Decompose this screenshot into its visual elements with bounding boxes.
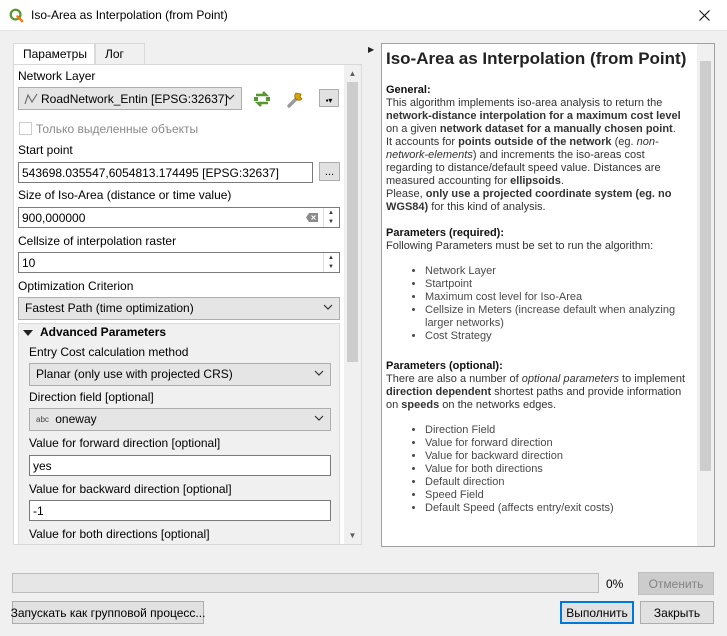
- list-item: Default Speed (affects entry/exit costs): [425, 502, 694, 515]
- run-button[interactable]: Выполнить: [560, 601, 634, 624]
- forward-direction-field[interactable]: yes: [29, 455, 331, 476]
- text-field-type-icon: abc: [36, 415, 49, 424]
- list-item: Cost Strategy: [425, 330, 694, 343]
- chevron-down-icon: [225, 94, 235, 100]
- both-directions-label: Value for both directions [optional]: [29, 527, 210, 541]
- network-layer-label: Network Layer: [18, 69, 96, 83]
- list-item: Default direction: [425, 476, 694, 489]
- batch-process-button[interactable]: Запускать как групповой процесс...: [11, 601, 205, 624]
- required-heading: Parameters (required):: [386, 227, 504, 239]
- optional-text: There are also a number of optional para…: [386, 373, 686, 411]
- general-paragraph-1: This algorithm implements iso-area analy…: [386, 97, 681, 135]
- cancel-button[interactable]: Отменить: [638, 572, 714, 595]
- help-scrollbar[interactable]: [697, 44, 714, 546]
- iterate-icon[interactable]: [252, 89, 272, 109]
- entry-cost-combo[interactable]: Planar (only use with projected CRS): [29, 363, 331, 386]
- selected-only-label: Только выделенные объекты: [36, 122, 199, 136]
- optimization-combo[interactable]: Fastest Path (time optimization): [18, 297, 340, 320]
- progress-bar: [12, 573, 599, 593]
- general-paragraph-3: Please, only use a projected coordinate …: [386, 188, 672, 213]
- layer-options-button[interactable]: ▪▾: [319, 89, 339, 107]
- chevron-down-icon: [323, 304, 333, 310]
- network-layer-combo[interactable]: RoadNetwork_Entin [EPSG:32637]: [18, 87, 242, 110]
- qgis-logo-icon: [9, 8, 24, 23]
- tab-log[interactable]: Лог: [95, 43, 145, 65]
- cellsize-value: 10: [22, 256, 36, 270]
- optional-list: Direction Field Value for forward direct…: [386, 424, 694, 515]
- list-item: Speed Field: [425, 489, 694, 502]
- help-panel: Iso-Area as Interpolation (from Point) G…: [381, 43, 715, 547]
- title-bar: Iso-Area as Interpolation (from Point): [0, 0, 727, 31]
- optional-heading: Parameters (optional):: [386, 360, 503, 372]
- general-heading: General:: [386, 84, 431, 96]
- scrollbar-thumb[interactable]: [700, 61, 711, 471]
- iso-size-field[interactable]: 900,000000 ▲ ▼: [18, 207, 340, 228]
- list-item: Value for backward direction: [425, 450, 694, 463]
- close-button[interactable]: Закрыть: [640, 601, 714, 624]
- advanced-parameters-heading[interactable]: Advanced Parameters: [40, 325, 166, 339]
- close-window-icon[interactable]: [681, 0, 727, 31]
- wrench-icon[interactable]: [285, 88, 307, 110]
- start-point-label: Start point: [18, 143, 73, 157]
- list-item: Value for both directions: [425, 463, 694, 476]
- line-layer-icon: [24, 93, 38, 105]
- parameters-scrollbar[interactable]: ▲ ▼: [344, 65, 361, 544]
- start-point-field[interactable]: 543698.035547,6054813.174495 [EPSG:32637…: [18, 162, 313, 183]
- direction-field-value: oneway: [55, 412, 97, 426]
- chevron-down-icon: [314, 370, 324, 376]
- list-item: Direction Field: [425, 424, 694, 437]
- start-point-picker-button[interactable]: ...: [319, 162, 340, 181]
- list-item: Value for forward direction: [425, 437, 694, 450]
- scrollbar-thumb[interactable]: [347, 82, 358, 362]
- progress-percent: 0%: [606, 577, 624, 591]
- iso-size-label: Size of Iso-Area (distance or time value…: [18, 188, 232, 202]
- advanced-parameters-group: Advanced Parameters Entry Cost calculati…: [18, 323, 340, 544]
- cellsize-field[interactable]: 10 ▲ ▼: [18, 252, 340, 273]
- splitter-arrow-icon[interactable]: ▶: [368, 45, 374, 54]
- optimization-label: Optimization Criterion: [18, 279, 134, 293]
- backward-direction-field[interactable]: -1: [29, 500, 331, 521]
- direction-field-combo[interactable]: abc oneway: [29, 408, 331, 431]
- parameters-panel: Network Layer RoadNetwork_Entin [EPSG:32…: [13, 64, 362, 545]
- cellsize-spinner[interactable]: ▲ ▼: [323, 253, 338, 272]
- forward-direction-label: Value for forward direction [optional]: [29, 436, 221, 450]
- cellsize-label: Cellsize of interpolation raster: [18, 234, 177, 248]
- required-text: Following Parameters must be set to run …: [386, 240, 654, 252]
- backward-direction-label: Value for backward direction [optional]: [29, 482, 232, 496]
- direction-field-label: Direction field [optional]: [29, 390, 154, 404]
- optimization-value: Fastest Path (time optimization): [25, 301, 194, 315]
- help-title: Iso-Area as Interpolation (from Point): [386, 49, 687, 68]
- network-layer-value: RoadNetwork_Entin [EPSG:32637]: [41, 92, 228, 106]
- entry-cost-label: Entry Cost calculation method: [29, 345, 189, 359]
- tab-parameters[interactable]: Параметры: [13, 43, 95, 66]
- chevron-down-icon: [314, 415, 324, 421]
- collapse-arrow-icon[interactable]: [23, 328, 33, 338]
- general-paragraph-2: It accounts for points outside of the ne…: [386, 136, 661, 187]
- list-item: Network Layer: [425, 265, 694, 278]
- clear-value-icon[interactable]: [306, 213, 318, 222]
- required-list: Network Layer Startpoint Maximum cost le…: [386, 265, 694, 343]
- iso-size-spinner[interactable]: ▲ ▼: [323, 208, 338, 227]
- selected-only-checkbox[interactable]: [19, 122, 32, 135]
- list-item: Maximum cost level for Iso-Area: [425, 291, 694, 304]
- list-item: Cellsize in Meters (increase default whe…: [425, 304, 694, 330]
- list-item: Startpoint: [425, 278, 694, 291]
- window-title: Iso-Area as Interpolation (from Point): [31, 8, 228, 22]
- iso-size-value: 900,000000: [22, 211, 86, 225]
- entry-cost-value: Planar (only use with projected CRS): [36, 367, 233, 381]
